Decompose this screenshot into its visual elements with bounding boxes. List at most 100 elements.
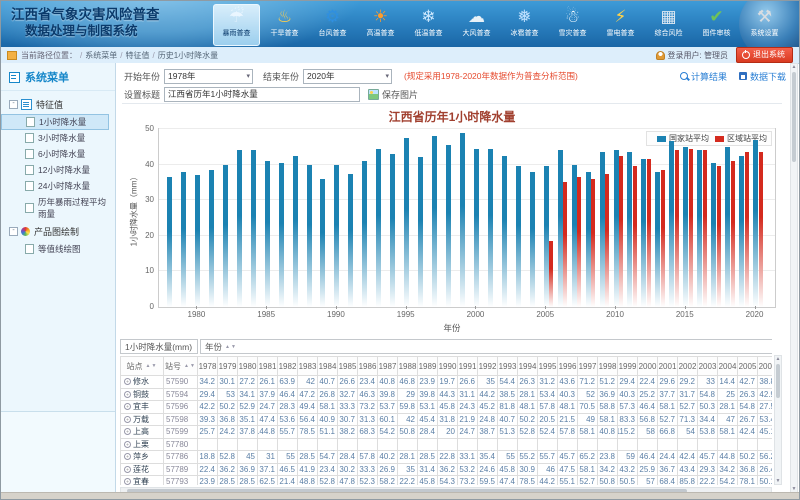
radio-icon[interactable] [124,453,131,460]
column-header-year[interactable]: 1984 [318,356,338,376]
column-header-station[interactable]: 站点▲▼ [120,356,164,376]
table-row[interactable]: 修水5759034.230.127.226.163.94240.726.623.… [120,376,772,389]
column-header-year[interactable]: 2002 [678,356,698,376]
toolbar-item-map-review[interactable]: ✔图件审核 [693,4,740,46]
sidebar-item[interactable]: 6小时降水量 [1,146,115,162]
station-name-cell[interactable]: 莲花 [120,464,164,477]
toolbar-item-lightning[interactable]: ⚡雷电普查 [597,4,644,46]
column-header-year[interactable]: 2000 [638,356,658,376]
column-header-year[interactable]: 2005 [738,356,758,376]
column-header-year[interactable]: 1994 [518,356,538,376]
column-header-year[interactable]: 1985 [338,356,358,376]
chart-title-input[interactable] [164,87,360,102]
column-header-year[interactable]: 2006 [758,356,772,376]
column-header-station-id[interactable]: 站号▲▼ [164,356,198,376]
column-header-year[interactable]: 1982 [278,356,298,376]
table-row[interactable]: 万载5759839.336.835.147.453.656.440.930.73… [120,414,772,427]
tree-toggle-icon[interactable]: - [9,100,18,109]
table-row[interactable]: 上高5759925.724.237.8144.855.778.551.138.2… [120,426,772,439]
toolbar-item-high-temp[interactable]: ☀高温普查 [357,4,404,46]
breadcrumb-item[interactable]: 系统菜单 [85,51,117,60]
toolbar-item-drought[interactable]: ♨干旱普查 [261,4,308,46]
column-header-year[interactable]: 2003 [698,356,718,376]
table-row[interactable]: 萍乡5778618.852.845315528.554.728.457.840.… [120,451,772,464]
table-row[interactable]: 宜春5779323.928.528.562.521.448.852.847.85… [120,476,772,485]
toolbar-item-snow[interactable]: ☃雪灾普查 [549,4,596,46]
column-header-year[interactable]: 1996 [558,356,578,376]
sidebar-group-features[interactable]: -特征值 [1,95,115,114]
column-header-year[interactable]: 2004 [718,356,738,376]
breadcrumb-item[interactable]: 特征值 [125,51,149,60]
column-header-year[interactable]: 1993 [498,356,518,376]
toolbar-item-rainstorm[interactable]: ☔暴雨普查 [213,4,260,46]
toolbar-item-typhoon[interactable]: ⚙台风普查 [309,4,356,46]
sidebar-item[interactable]: 12小时降水量 [1,162,115,178]
station-name-cell[interactable]: 铜鼓 [120,389,164,402]
data-download-button[interactable]: 数据下载 [739,70,786,83]
column-header-year[interactable]: 1992 [478,356,498,376]
radio-icon[interactable] [124,428,131,435]
table-row[interactable]: 铜鼓5759429.45334.137.946.447.226.832.746.… [120,389,772,402]
column-header-year[interactable]: 1990 [438,356,458,376]
station-name-cell[interactable]: 万载 [120,414,164,427]
column-header-year[interactable]: 1979 [218,356,238,376]
station-name-cell[interactable]: 萍乡 [120,451,164,464]
toolbar-item-composite-risk[interactable]: ▦综合风险 [645,4,692,46]
radio-icon[interactable] [124,391,131,398]
column-header-year[interactable]: 1989 [418,356,438,376]
sidebar-item[interactable]: 24小时降水量 [1,178,115,194]
station-name-cell[interactable]: 修水 [120,376,164,389]
column-header-year[interactable]: 1998 [598,356,618,376]
radio-icon[interactable] [124,466,131,473]
column-header-year[interactable]: 1986 [358,356,378,376]
column-header-year[interactable]: 1997 [578,356,598,376]
table-row[interactable]: 上栗57780 [120,439,772,452]
station-name-cell[interactable]: 宜春 [120,476,164,485]
station-name-cell[interactable]: 上高 [120,426,164,439]
column-header-year[interactable]: 2001 [658,356,678,376]
column-header-year[interactable]: 1978 [198,356,218,376]
save-image-button[interactable]: 保存图片 [368,88,418,101]
toolbar-item-low-temp[interactable]: ❄低温普查 [405,4,452,46]
radio-icon[interactable] [124,478,131,485]
column-header-year[interactable]: 1987 [378,356,398,376]
sidebar-item[interactable]: 3小时降水量 [1,130,115,146]
sidebar-item[interactable]: 1小时降水量 [1,114,109,130]
radio-icon[interactable] [124,416,131,423]
main-vscroll-thumb[interactable] [792,72,796,162]
radio-icon[interactable] [124,441,131,448]
toolbar-item-system-settings[interactable]: ⚒系统设置 [741,4,788,46]
column-header-year[interactable]: 1999 [618,356,638,376]
column-header-year[interactable]: 1995 [538,356,558,376]
table-vscroll-thumb[interactable] [776,364,780,398]
sort-arrows-icon[interactable]: ▲▼ [146,363,158,369]
table-row[interactable]: 宜丰5759642.250.252.924.728.349.458.133.37… [120,401,772,414]
radio-icon[interactable] [124,378,131,385]
sidebar-group-products[interactable]: -产品图绘制 [1,222,115,241]
bar-regional [759,152,763,307]
table-vertical-scrollbar[interactable]: ▲ ▼ [774,355,782,485]
toolbar-item-hail[interactable]: ❅冰雹普查 [501,4,548,46]
main-vertical-scrollbar[interactable]: ▲ ▼ [790,63,798,493]
sort-arrows-icon[interactable]: ▲▼ [225,344,237,350]
station-name-cell[interactable]: 上栗 [120,439,164,452]
column-header-year[interactable]: 1991 [458,356,478,376]
start-year-select[interactable]: 1978年▾ [164,69,253,84]
calc-result-button[interactable]: 计算结果 [680,70,727,83]
radio-icon[interactable] [124,403,131,410]
column-header-year[interactable]: 1988 [398,356,418,376]
table-row[interactable]: 莲花5778922.436.236.937.146.541.923.430.23… [120,464,772,477]
logout-button[interactable]: 退出系统 [736,47,793,63]
column-header-year[interactable]: 1981 [258,356,278,376]
end-year-select[interactable]: 2020年▾ [303,69,392,84]
sidebar-item[interactable]: 历年暴雨过程平均雨量 [1,194,115,222]
table-year-group-header[interactable]: 年份▲▼ [200,339,772,354]
column-header-year[interactable]: 1980 [238,356,258,376]
sort-arrows-icon[interactable]: ▲▼ [184,363,196,369]
sidebar-item[interactable]: 等值线绘图 [1,241,115,257]
tree-toggle-icon[interactable]: - [9,227,18,236]
breadcrumb-item[interactable]: 历史1小时降水量 [158,51,218,60]
column-header-year[interactable]: 1983 [298,356,318,376]
station-name-cell[interactable]: 宜丰 [120,401,164,414]
toolbar-item-gale[interactable]: ☁大风普查 [453,4,500,46]
